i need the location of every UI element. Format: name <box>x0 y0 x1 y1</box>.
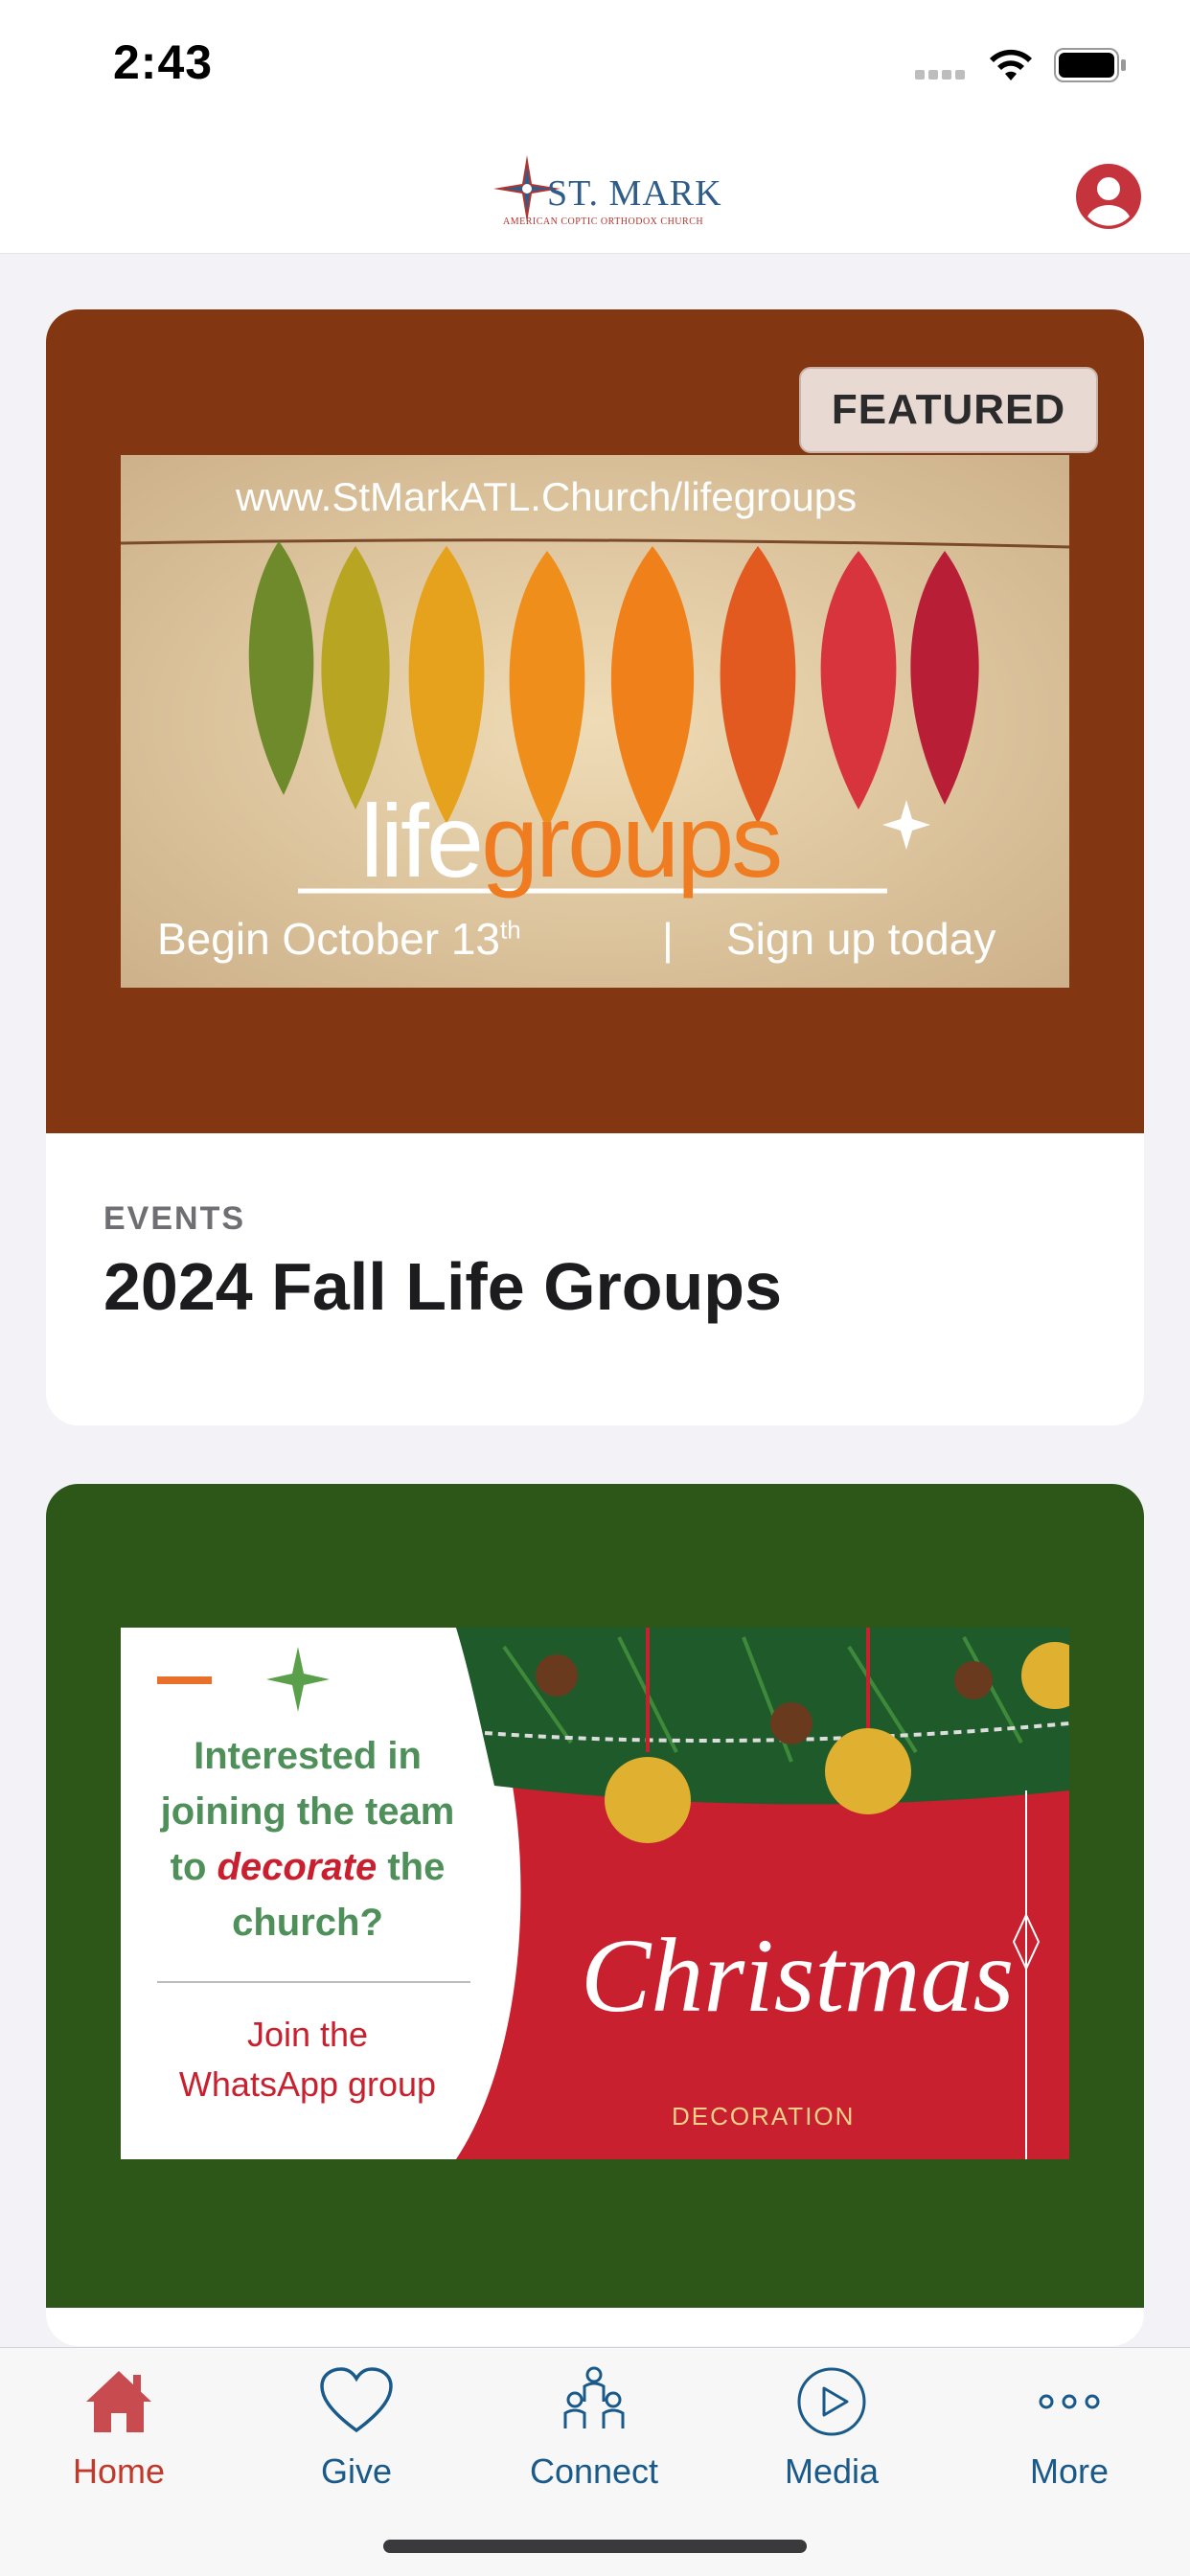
lifegroups-begin: Begin October 13th <box>157 914 521 964</box>
status-time: 2:43 <box>113 35 214 89</box>
christmas-join1: Join the <box>246 2015 369 2054</box>
church-logo[interactable]: ST. MARK AMERICAN COPTIC ORTHODOX CHURCH <box>493 146 721 234</box>
profile-icon[interactable] <box>1075 163 1142 230</box>
card-body: EVENTS 2024 Fall Life Groups <box>46 1133 1144 1425</box>
brand-life: life <box>360 783 484 899</box>
featured-event-card[interactable]: FEATURED www.StMarkATL.Church/lifegroups… <box>46 309 1144 1425</box>
card-banner: FEATURED www.StMarkATL.Church/lifegroups… <box>46 309 1144 1133</box>
heart-icon <box>320 2367 393 2433</box>
tab-media-label: Media <box>784 2451 880 2491</box>
tab-more[interactable]: More <box>950 2348 1188 2520</box>
logo-subtitle: AMERICAN COPTIC ORTHODOX CHURCH <box>503 217 704 227</box>
signal-icon <box>915 67 971 80</box>
card-category: EVENTS <box>103 1200 246 1237</box>
lifegroups-signup: Sign up today <box>726 914 996 964</box>
play-icon <box>797 2367 866 2436</box>
tab-connect[interactable]: Connect <box>475 2348 713 2520</box>
lifegroups-separator: | <box>662 914 674 964</box>
logo-text: ST. MARK <box>547 173 722 214</box>
brand-groups: groups <box>481 783 783 899</box>
lifegroups-image: www.StMarkATL.Church/lifegroups lifegrou… <box>121 455 1069 988</box>
christmas-decoration-card[interactable]: Interested in joining the team to decora… <box>46 1484 1144 2346</box>
more-icon <box>1039 2394 1100 2409</box>
featured-badge: FEATURED <box>799 367 1098 453</box>
lifegroups-url: www.StMarkATL.Church/lifegroups <box>236 474 858 519</box>
card-title: 2024 Fall Life Groups <box>103 1249 782 1324</box>
christmas-line4: church? <box>232 1902 383 1944</box>
people-icon <box>563 2366 625 2428</box>
tab-give-label: Give <box>320 2451 393 2491</box>
tab-media[interactable]: Media <box>713 2348 950 2520</box>
status-bar: 2:43 <box>0 0 1190 134</box>
christmas-line1: Interested in <box>194 1735 422 1777</box>
lifegroups-brand: lifegroups <box>360 781 783 900</box>
tab-home[interactable]: Home <box>0 2348 238 2520</box>
app-header: ST. MARK AMERICAN COPTIC ORTHODOX CHURCH <box>0 134 1190 254</box>
christmas-image: Interested in joining the team to decora… <box>121 1628 1069 2159</box>
tab-home-label: Home <box>72 2451 166 2491</box>
tab-more-label: More <box>1029 2451 1110 2491</box>
christmas-join2: WhatsApp group <box>178 2064 437 2104</box>
christmas-line2: joining the team <box>160 1790 455 1833</box>
christmas-script: Christmas <box>581 1917 1015 2034</box>
tab-give[interactable]: Give <box>238 2348 475 2520</box>
home-indicator <box>383 2540 807 2553</box>
christmas-subtitle: DECORATION <box>672 2102 856 2131</box>
home-icon <box>86 2371 151 2432</box>
wifi-icon <box>990 49 1032 80</box>
christmas-line3: to decorate the <box>170 1846 446 1888</box>
battery-icon <box>1054 48 1126 82</box>
tab-connect-label: Connect <box>529 2451 659 2491</box>
card-banner: Interested in joining the team to decora… <box>46 1484 1144 2308</box>
